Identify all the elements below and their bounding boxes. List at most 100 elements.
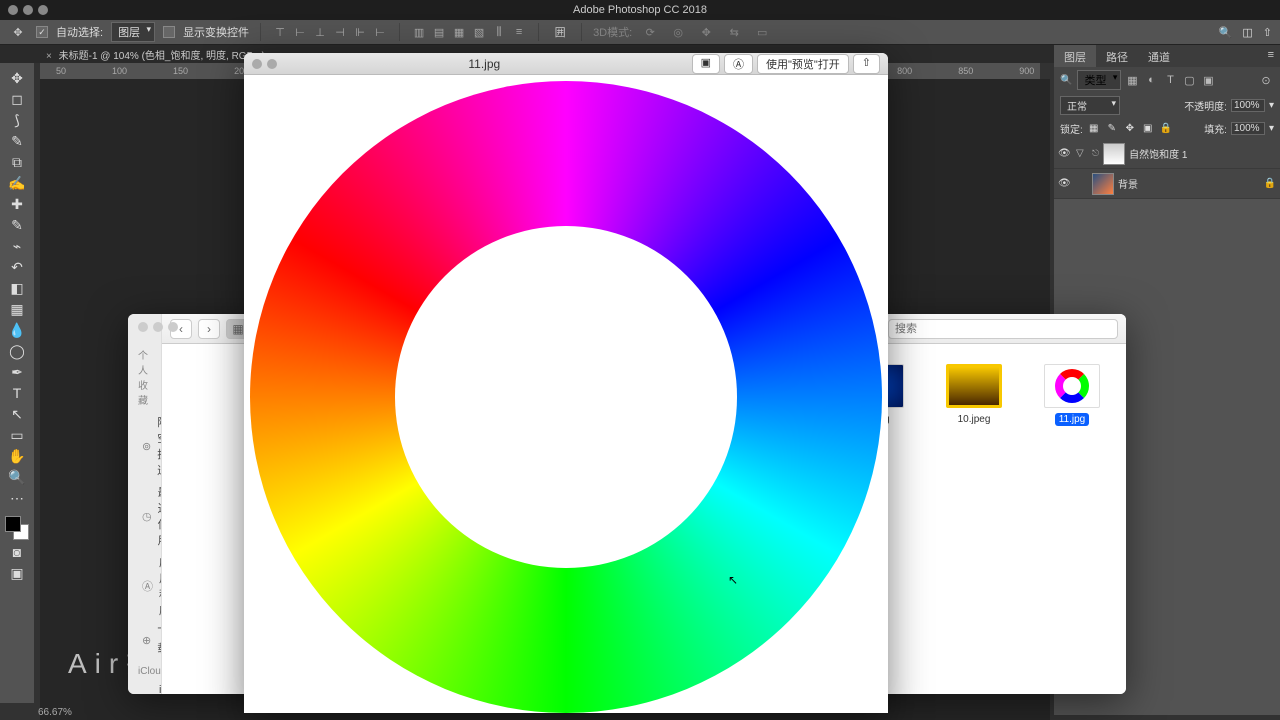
layer-thumbnail[interactable] [1092,173,1114,195]
minimize-window-icon[interactable] [23,5,33,15]
forward-button[interactable]: › [198,319,220,339]
distribute-spacing-v-icon[interactable]: ≡ [511,24,527,40]
filter-toggle-icon[interactable]: ⊙ [1258,72,1274,88]
lock-transparency-icon[interactable]: ▦ [1087,122,1101,136]
align-top-icon[interactable]: ⊤ [272,24,288,40]
layer-name[interactable]: 自然饱和度 1 [1129,146,1187,161]
brush-tool-icon[interactable]: ✎ [5,216,29,234]
blend-mode-dropdown[interactable]: 正常 [1060,96,1120,115]
marquee-tool-icon[interactable]: ◻ [5,90,29,108]
close-icon[interactable] [252,59,262,69]
layer-row[interactable]: 👁 ▽ ⎋ 自然饱和度 1 [1054,139,1280,169]
align-left-icon[interactable]: ⊣ [332,24,348,40]
quick-select-tool-icon[interactable]: ✎ [5,132,29,150]
maximize-window-icon[interactable] [38,5,48,15]
open-in-finder-icon[interactable]: ▣ [692,54,720,74]
minimize-icon[interactable] [153,322,162,332]
distribute-v2-icon[interactable]: ▧ [471,24,487,40]
healing-tool-icon[interactable]: ✚ [5,195,29,213]
minimize-icon[interactable] [267,59,277,69]
align-right-icon[interactable]: ⊢ [372,24,388,40]
document-tab[interactable]: × 未标题-1 @ 104% (色相_饱和度, 明度, RGB...) [40,45,271,64]
filter-pixel-icon[interactable]: ▦ [1124,72,1140,88]
align-hcenter-icon[interactable]: ⊩ [352,24,368,40]
sidebar-item-apps[interactable]: Ⓐ应用程序 [128,551,161,621]
tab-channels[interactable]: 通道 [1138,45,1180,67]
filter-smart-icon[interactable]: ▣ [1200,72,1216,88]
visibility-icon[interactable]: 👁 [1058,148,1072,159]
sidebar-item-downloads[interactable]: ⊕下载 [128,621,161,659]
filter-type-dropdown[interactable]: 类型 [1077,70,1121,90]
visibility-icon[interactable]: 👁 [1058,178,1072,189]
file-item[interactable]: 11.jpg [1038,364,1106,426]
auto-select-target-dropdown[interactable]: 图层 [111,22,155,42]
workspace-icon[interactable]: ◫ [1242,26,1252,39]
move-tool-icon[interactable]: ✥ [5,69,29,87]
layer-name[interactable]: 背景 [1118,176,1138,191]
preview-content[interactable] [244,75,888,713]
align-bottom-icon[interactable]: ⊥ [312,24,328,40]
blur-tool-icon[interactable]: 💧 [5,321,29,339]
tab-paths[interactable]: 路径 [1096,45,1138,67]
eyedropper-tool-icon[interactable]: ✍ [5,174,29,192]
opacity-input[interactable] [1231,99,1265,112]
sidebar-item-recent[interactable]: ◷最近使用 [128,481,161,551]
opacity-dropdown-icon[interactable]: ▾ [1269,100,1274,111]
history-brush-icon[interactable]: ↶ [5,258,29,276]
lock-artboard-icon[interactable]: ▣ [1141,122,1155,136]
link-icon[interactable]: ⎋ [1092,148,1099,159]
shape-tool-icon[interactable]: ▭ [5,426,29,444]
panel-menu-icon[interactable]: ≡ [1262,45,1280,67]
auto-select-checkbox[interactable] [36,26,48,38]
lock-all-icon[interactable]: 🔒 [1159,122,1173,136]
mode3d-zoom-icon[interactable]: ▭ [752,22,772,42]
align-vcenter-icon[interactable]: ⊢ [292,24,308,40]
distribute-v-icon[interactable]: ▤ [431,24,447,40]
path-select-icon[interactable]: ↖ [5,405,29,423]
mode3d-roll-icon[interactable]: ◎ [668,22,688,42]
screenmode-icon[interactable]: ▣ [5,564,29,582]
fill-input[interactable] [1231,122,1265,135]
lock-position-icon[interactable]: ✥ [1123,122,1137,136]
edit-toolbar-icon[interactable]: ⋯ [5,489,29,507]
filter-adjust-icon[interactable]: ◐ [1143,72,1159,88]
mode3d-pan-icon[interactable]: ✥ [696,22,716,42]
zoom-tool-icon[interactable]: 🔍 [5,468,29,486]
clone-tool-icon[interactable]: ⌁ [5,237,29,255]
lock-image-icon[interactable]: ✎ [1105,122,1119,136]
lasso-tool-icon[interactable]: ⟆ [5,111,29,129]
gradient-tool-icon[interactable]: ▦ [5,300,29,318]
preview-titlebar[interactable]: 11.jpg ▣ Ⓐ 使用"预览"打开 ⇧ [244,53,888,75]
crop-tool-icon[interactable]: ⧉ [5,153,29,171]
foreground-color-swatch[interactable] [5,516,21,532]
file-name[interactable]: 10.jpeg [954,413,995,426]
color-swatches[interactable] [5,516,29,540]
hand-tool-icon[interactable]: ✋ [5,447,29,465]
open-with-preview-button[interactable]: 使用"预览"打开 [757,54,849,74]
quickmask-icon[interactable]: ◙ [5,543,29,561]
distribute-spacing-h-icon[interactable]: ⫼ [491,24,507,40]
sidebar-item-icloud[interactable]: ☁iCloud 云盘 [128,681,161,694]
markup-icon[interactable]: Ⓐ [724,54,753,74]
search-input[interactable] [888,319,1118,339]
close-tab-icon[interactable]: × [46,51,52,62]
file-name[interactable]: 11.jpg [1055,413,1090,426]
filter-type-icon[interactable]: T [1162,72,1178,88]
layer-thumbnail[interactable] [1103,143,1125,165]
dodge-tool-icon[interactable]: ◯ [5,342,29,360]
close-window-icon[interactable] [8,5,18,15]
auto-align-icon[interactable]: 囲 [550,22,570,42]
share-icon[interactable]: ⇧ [1263,26,1272,39]
search-icon[interactable]: 🔍 [1219,26,1233,39]
pen-tool-icon[interactable]: ✒ [5,363,29,381]
share-icon[interactable]: ⇧ [853,54,880,74]
twirl-icon[interactable]: ▽ [1076,148,1088,159]
mode3d-slide-icon[interactable]: ⇆ [724,22,744,42]
distribute-h-icon[interactable]: ▥ [411,24,427,40]
filter-shape-icon[interactable]: ▢ [1181,72,1197,88]
fill-dropdown-icon[interactable]: ▾ [1269,123,1274,134]
type-tool-icon[interactable]: T [5,384,29,402]
close-icon[interactable] [138,322,148,332]
mode3d-orbit-icon[interactable]: ⟳ [640,22,660,42]
file-item[interactable]: 10.jpeg [940,364,1008,426]
